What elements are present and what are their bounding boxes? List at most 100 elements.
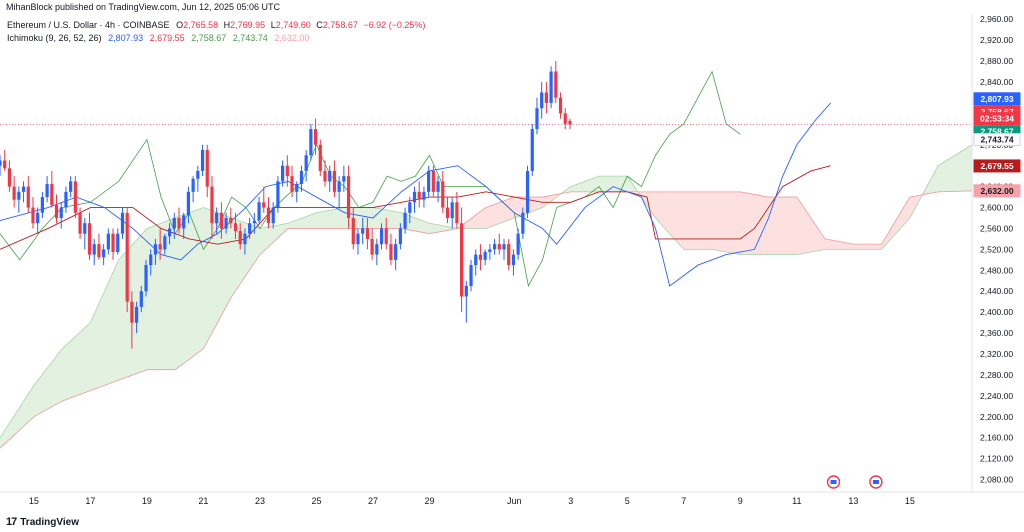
y-tick-label: 2,080.00 <box>980 475 1013 485</box>
cloud-segment <box>194 209 199 356</box>
candle-body <box>450 202 454 218</box>
cloud-segment <box>5 423 9 444</box>
cloud-segment <box>621 175 625 193</box>
candle-body <box>271 207 275 224</box>
x-tick-label: 19 <box>142 496 152 506</box>
candle-body <box>422 191 426 200</box>
cloud-segment <box>191 210 196 358</box>
leading-span-b-line <box>0 190 973 449</box>
price-tag-label: 2,743.74 <box>980 135 1013 145</box>
brand-name: TradingView <box>20 516 79 528</box>
cloud-segment <box>426 221 430 235</box>
cloud-segment <box>937 163 942 193</box>
cloud-segment <box>11 414 15 439</box>
candle-body <box>535 108 539 130</box>
candle-body <box>238 231 242 245</box>
cloud-segment <box>242 221 247 281</box>
candle-body <box>403 212 407 229</box>
candle-body <box>257 202 261 221</box>
cloud-segment <box>372 207 377 229</box>
cloud-segment <box>482 206 487 229</box>
cloud-segment <box>44 366 49 412</box>
cloud-segment <box>36 377 40 416</box>
cloud-segment <box>104 284 108 386</box>
cloud-segment <box>533 196 538 212</box>
candle-body <box>544 92 548 103</box>
candle-body <box>549 71 553 103</box>
candle-body <box>502 244 506 250</box>
cloud-segment <box>200 207 204 352</box>
candle-body <box>78 212 82 234</box>
candle-body <box>483 252 487 260</box>
candle-body <box>64 191 68 208</box>
cloud-segment <box>968 144 973 192</box>
y-tick-label: 2,160.00 <box>980 433 1013 443</box>
candle-body <box>408 202 412 213</box>
cloud-segment <box>239 220 244 285</box>
candle-body <box>328 170 332 182</box>
candle-body <box>69 181 73 192</box>
cloud-segment <box>804 208 809 254</box>
cloud-segment <box>723 191 727 253</box>
cloud-segment <box>923 186 928 195</box>
cloud-segment <box>446 226 450 231</box>
candle-body <box>389 244 393 260</box>
cloud-segment <box>296 218 300 229</box>
cloud-segment <box>906 195 911 222</box>
event-flag-icon <box>869 475 883 489</box>
event-flag-icon <box>826 475 841 489</box>
cloud-segment <box>861 243 865 250</box>
cloud-segment <box>573 184 577 193</box>
cloud-segment <box>383 209 388 229</box>
cloud-segment <box>109 272 114 384</box>
top-bar: MihanBlock published on TradingView.com,… <box>0 0 1024 14</box>
cloud-segment <box>499 200 504 224</box>
cloud-segment <box>872 243 877 250</box>
cloud-segment <box>788 196 792 255</box>
cloud-segment <box>166 219 170 370</box>
tradingview-brand[interactable]: 17 TradingView <box>6 516 79 528</box>
cloud-segment <box>610 175 614 193</box>
cloud-segment <box>126 246 131 378</box>
cloud-segment <box>762 195 767 255</box>
cloud-segment <box>270 225 275 245</box>
cloud-segment <box>437 224 442 233</box>
cloud-segment <box>451 227 456 230</box>
cloud-segment <box>615 175 620 193</box>
cloud-segment <box>112 265 117 383</box>
cloud-segment <box>663 191 668 232</box>
candle-body <box>87 223 92 255</box>
cloud-segment <box>129 243 134 377</box>
y-tick-label: 2,840.00 <box>980 77 1013 87</box>
candle-body <box>563 113 567 124</box>
candle-body <box>521 212 525 234</box>
cloud-segment <box>652 191 656 219</box>
cloud-segment <box>169 218 173 370</box>
candle-body <box>215 212 219 224</box>
x-tick-label: 3 <box>568 496 573 506</box>
cloud-segment <box>183 213 187 365</box>
cloud-segment <box>460 223 464 229</box>
cloud-segment <box>502 199 507 223</box>
candle-body <box>455 202 459 224</box>
cloud-segment <box>160 221 165 370</box>
cloud-segment <box>703 191 707 250</box>
cloud-segment <box>819 229 823 251</box>
cloud-segment <box>740 191 744 255</box>
cloud-segment <box>42 369 46 413</box>
candle-body <box>266 207 271 224</box>
candle-body <box>474 254 478 266</box>
x-tick-label: Jun <box>507 496 522 506</box>
candle-body <box>167 228 172 237</box>
cloud-segment <box>155 223 159 370</box>
cloud-segment <box>358 207 362 229</box>
candle-body <box>281 165 285 182</box>
cloud-segment <box>254 225 258 264</box>
y-tick-label: 2,640.00 <box>980 182 1013 192</box>
cloud-segment <box>737 191 741 255</box>
price-chart[interactable]: 2,080.00 2,120.00 2,160.00 2,200.00 2,240.00… <box>0 0 1024 532</box>
cloud-segment <box>259 227 264 256</box>
cloud-segment <box>398 211 402 229</box>
cloud-segment <box>584 179 589 193</box>
cloud-segment <box>841 241 846 250</box>
